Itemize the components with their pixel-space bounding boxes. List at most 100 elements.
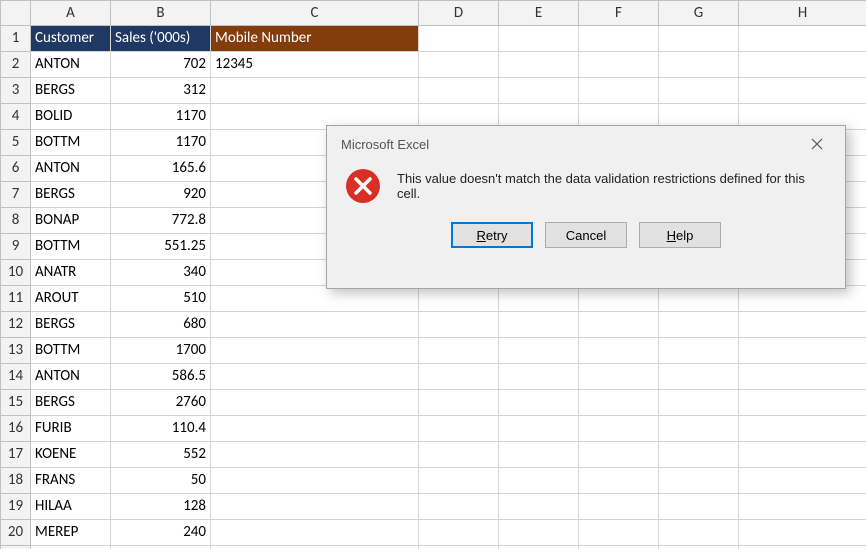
- cell[interactable]: [499, 26, 579, 52]
- cell[interactable]: [211, 364, 419, 390]
- cell[interactable]: [211, 338, 419, 364]
- cell[interactable]: [499, 78, 579, 104]
- cell[interactable]: 165.6: [111, 156, 211, 182]
- cell[interactable]: [579, 494, 659, 520]
- cell[interactable]: [499, 52, 579, 78]
- cell[interactable]: 772.8: [111, 208, 211, 234]
- cell[interactable]: [211, 416, 419, 442]
- cell[interactable]: KOENE: [31, 442, 111, 468]
- col-header-C[interactable]: C: [211, 1, 419, 26]
- cell[interactable]: [739, 286, 866, 312]
- help-button[interactable]: Help: [639, 222, 721, 248]
- cell[interactable]: 702: [111, 52, 211, 78]
- cell[interactable]: [739, 312, 866, 338]
- cell[interactable]: [739, 468, 866, 494]
- cell[interactable]: [579, 468, 659, 494]
- cell[interactable]: BOTTM: [31, 338, 111, 364]
- cell[interactable]: BERGS: [31, 182, 111, 208]
- cell[interactable]: [659, 52, 739, 78]
- row-header[interactable]: 12: [1, 312, 31, 338]
- cell[interactable]: ANTON: [31, 156, 111, 182]
- cell[interactable]: [659, 312, 739, 338]
- cell[interactable]: 586.5: [111, 364, 211, 390]
- col-header-B[interactable]: B: [111, 1, 211, 26]
- row-header[interactable]: 13: [1, 338, 31, 364]
- cell[interactable]: [419, 520, 499, 546]
- cell[interactable]: [579, 286, 659, 312]
- row-header[interactable]: 4: [1, 104, 31, 130]
- cell[interactable]: BERGS: [31, 78, 111, 104]
- cell[interactable]: [419, 390, 499, 416]
- cell[interactable]: [211, 494, 419, 520]
- cell[interactable]: [739, 338, 866, 364]
- col-header-E[interactable]: E: [499, 1, 579, 26]
- cell[interactable]: [659, 390, 739, 416]
- cell[interactable]: 240: [111, 520, 211, 546]
- cell[interactable]: [579, 26, 659, 52]
- cell[interactable]: QUICK: [31, 546, 111, 549]
- cell[interactable]: [419, 286, 499, 312]
- cell[interactable]: [579, 520, 659, 546]
- cell[interactable]: [659, 286, 739, 312]
- cell[interactable]: [419, 468, 499, 494]
- cell[interactable]: [739, 416, 866, 442]
- col-header-G[interactable]: G: [659, 1, 739, 26]
- cell[interactable]: [579, 78, 659, 104]
- cell[interactable]: [211, 312, 419, 338]
- row-header[interactable]: 20: [1, 520, 31, 546]
- cell[interactable]: Mobile Number: [211, 26, 419, 52]
- cell[interactable]: 2760: [111, 390, 211, 416]
- cell[interactable]: 1170: [111, 104, 211, 130]
- cell[interactable]: [211, 390, 419, 416]
- cell[interactable]: [211, 78, 419, 104]
- cell[interactable]: BERGS: [31, 390, 111, 416]
- cell[interactable]: 120: [111, 546, 211, 549]
- cell[interactable]: 340: [111, 260, 211, 286]
- row-header[interactable]: 8: [1, 208, 31, 234]
- cell[interactable]: [419, 312, 499, 338]
- dialog-close-button[interactable]: [799, 130, 835, 158]
- cell[interactable]: [739, 52, 866, 78]
- cell[interactable]: [739, 494, 866, 520]
- cell[interactable]: [211, 442, 419, 468]
- cell[interactable]: [739, 520, 866, 546]
- row-header[interactable]: 11: [1, 286, 31, 312]
- cell[interactable]: 551.25: [111, 234, 211, 260]
- cell[interactable]: [739, 546, 866, 549]
- select-all-corner[interactable]: [1, 1, 31, 26]
- row-header[interactable]: 10: [1, 260, 31, 286]
- cell[interactable]: [211, 520, 419, 546]
- cell[interactable]: [419, 338, 499, 364]
- cell[interactable]: MEREP: [31, 520, 111, 546]
- cell[interactable]: [579, 546, 659, 549]
- cell[interactable]: [499, 364, 579, 390]
- col-header-A[interactable]: A: [31, 1, 111, 26]
- cell[interactable]: 680: [111, 312, 211, 338]
- cell[interactable]: [211, 546, 419, 549]
- row-header[interactable]: 5: [1, 130, 31, 156]
- cell[interactable]: 920: [111, 182, 211, 208]
- retry-button[interactable]: Retry: [451, 222, 533, 248]
- cell[interactable]: BOLID: [31, 104, 111, 130]
- cell[interactable]: Sales ('000s): [111, 26, 211, 52]
- cell[interactable]: [419, 416, 499, 442]
- cancel-button[interactable]: Cancel: [545, 222, 627, 248]
- cell[interactable]: [579, 364, 659, 390]
- cell[interactable]: [739, 442, 866, 468]
- cell[interactable]: [659, 416, 739, 442]
- row-header[interactable]: 21: [1, 546, 31, 549]
- cell[interactable]: ANTON: [31, 364, 111, 390]
- cell[interactable]: [659, 442, 739, 468]
- cell[interactable]: [579, 52, 659, 78]
- cell[interactable]: [659, 78, 739, 104]
- cell[interactable]: [739, 26, 866, 52]
- cell[interactable]: [499, 286, 579, 312]
- col-header-F[interactable]: F: [579, 1, 659, 26]
- cell[interactable]: BOTTM: [31, 234, 111, 260]
- col-header-D[interactable]: D: [419, 1, 499, 26]
- cell[interactable]: [499, 520, 579, 546]
- row-header[interactable]: 15: [1, 390, 31, 416]
- cell[interactable]: [659, 468, 739, 494]
- cell[interactable]: HILAA: [31, 494, 111, 520]
- cell[interactable]: 12345: [211, 52, 419, 78]
